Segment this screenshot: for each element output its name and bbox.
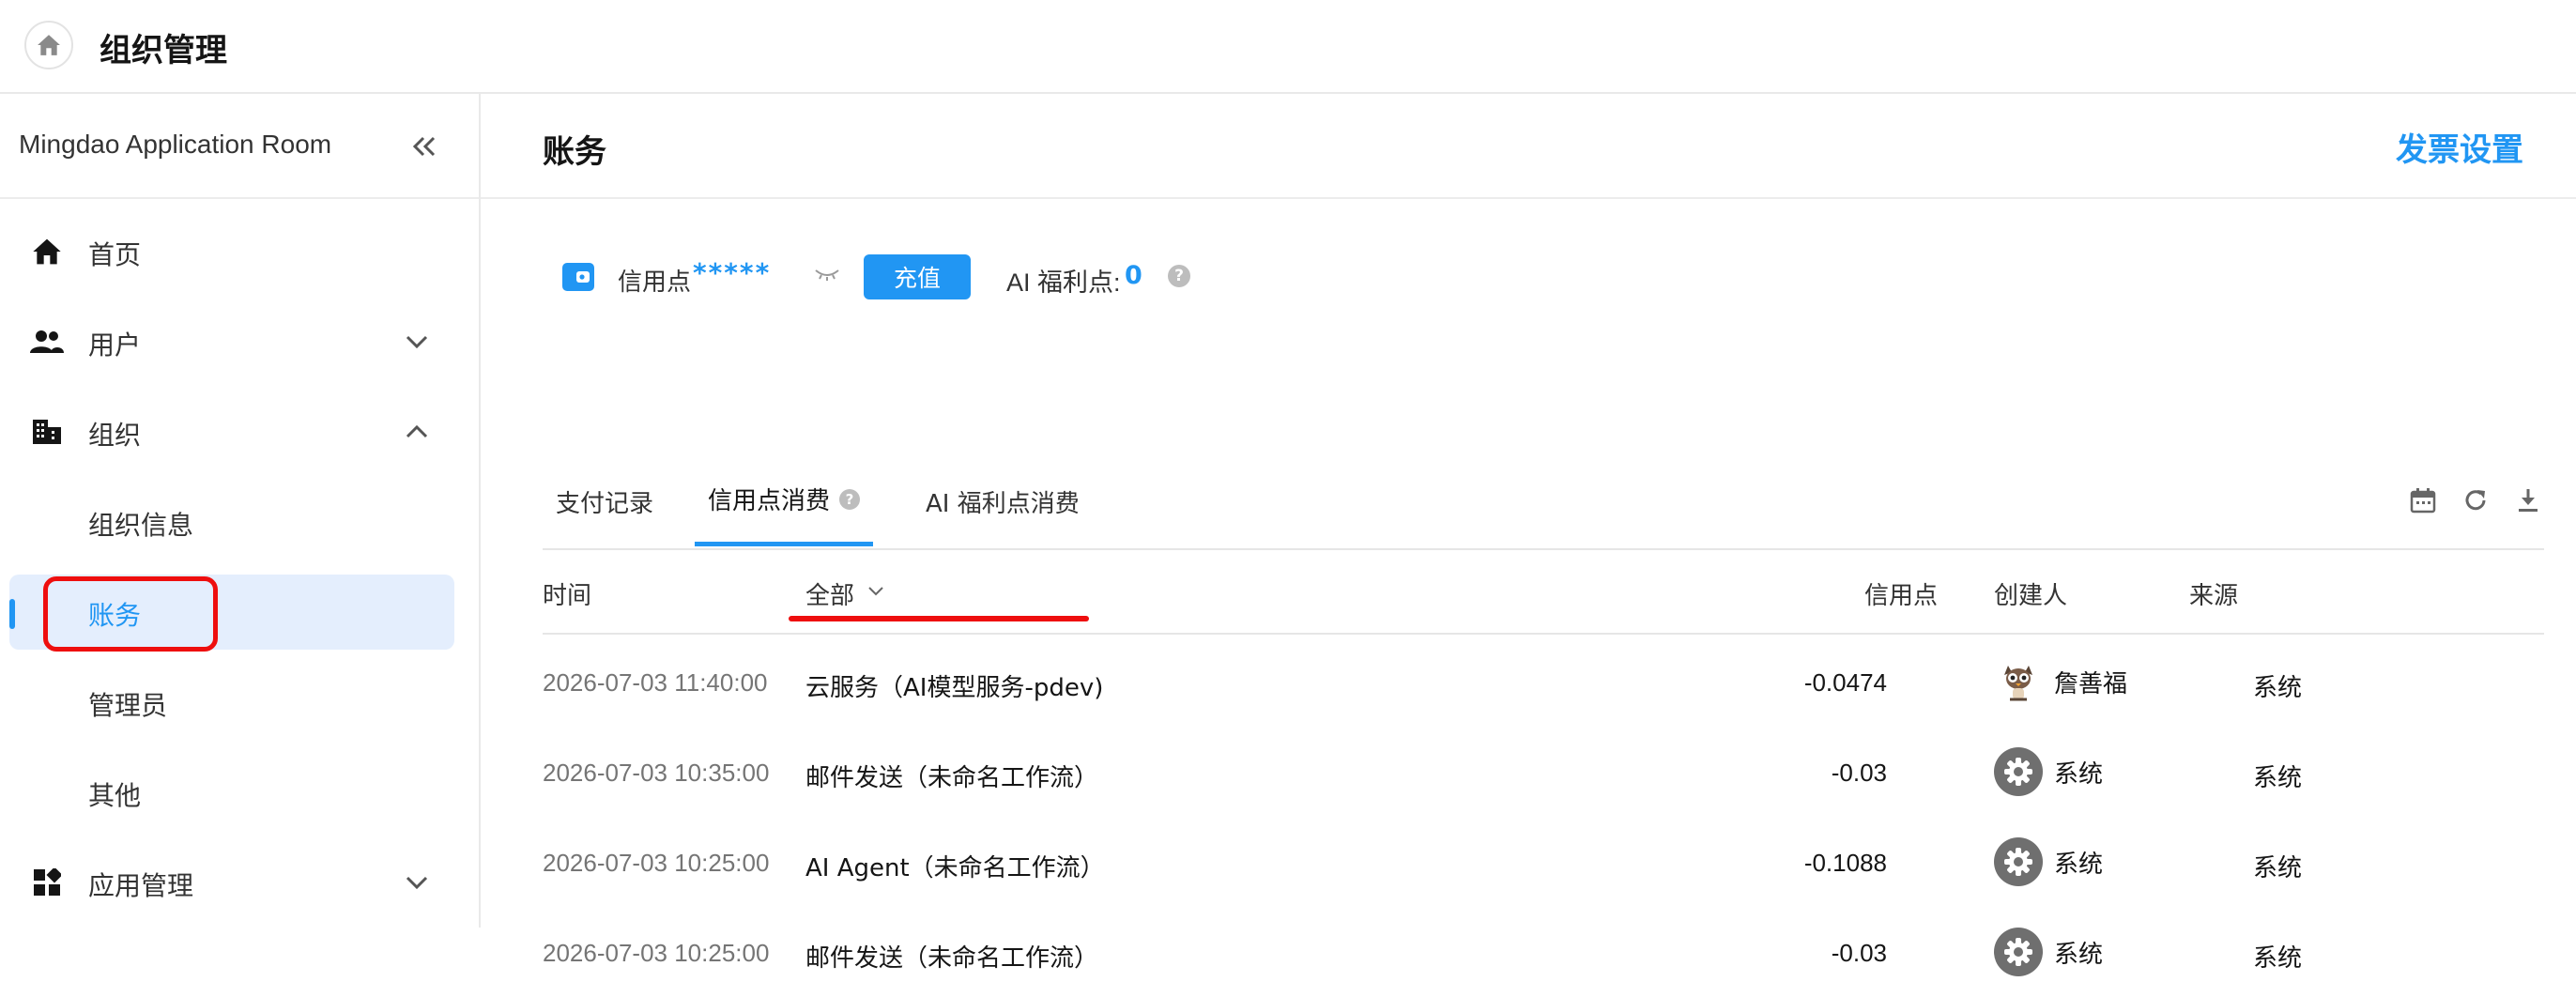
sidebar-item-org-info[interactable]: 组织信息 — [9, 484, 454, 560]
avatar — [1994, 657, 2043, 706]
row-description: 邮件发送（未命名工作流） — [805, 764, 1099, 792]
gear-icon — [1994, 837, 2043, 886]
row-creator: 系统 — [1994, 837, 2103, 886]
chevron-down-icon[interactable] — [400, 325, 434, 359]
row-credit: -0.0474 — [1803, 668, 1887, 697]
sidebar-divider — [0, 197, 479, 199]
download-icon[interactable] — [2512, 484, 2544, 516]
table-row[interactable]: 2026-07-03 10:25:00 AI Agent（未命名工作流） -0.… — [543, 817, 2544, 907]
row-description: 云服务（AI模型服务-pdev) — [805, 674, 1104, 702]
credit-label: 信用点 — [618, 268, 692, 297]
column-header-time: 时间 — [543, 582, 592, 610]
gear-icon — [1994, 928, 2043, 976]
row-description: 邮件发送（未命名工作流） — [805, 944, 1099, 973]
row-description: AI Agent（未命名工作流） — [805, 854, 1105, 882]
top-header: 组织管理 — [0, 0, 2576, 94]
annotation-highlight-box — [43, 576, 218, 652]
sidebar-item-admins[interactable]: 管理员 — [9, 665, 454, 740]
page-title: 账务 — [543, 133, 606, 171]
sidebar-item-label: 应用管理 — [88, 870, 194, 901]
creator-name: 系统 — [2054, 850, 2104, 879]
sidebar-item-other[interactable]: 其他 — [9, 755, 454, 830]
chevron-down-icon — [868, 586, 883, 595]
creator-name: 系统 — [2054, 940, 2104, 969]
row-source: 系统 — [2253, 944, 2303, 973]
table-row[interactable]: 2026-07-03 10:25:00 邮件发送（未命名工作流） -0.03 系… — [543, 907, 2544, 997]
app-title: 组织管理 — [100, 32, 227, 69]
invoice-settings-link[interactable]: 发票设置 — [2396, 124, 2523, 170]
home-icon — [38, 35, 60, 55]
filter-label: 全部 — [805, 582, 855, 610]
row-time: 2026-07-03 10:25:00 — [543, 849, 770, 877]
sidebar-item-label: 组织信息 — [88, 510, 194, 541]
calendar-icon[interactable] — [2407, 484, 2439, 516]
credit-summary: 信用点 ***** 充值 AI 福利点: 0 ? — [561, 248, 1500, 304]
main-content: 账务 发票设置 信用点 ***** 充值 AI 福利点: 0 ? 支付记录 信用… — [481, 94, 2576, 976]
tab-payment-records[interactable]: 支付记录 — [543, 456, 667, 546]
creator-name: 詹善福 — [2054, 669, 2128, 698]
sidebar-item-users[interactable]: 用户 — [9, 304, 454, 379]
chevron-up-icon[interactable] — [400, 415, 434, 449]
type-filter-dropdown[interactable]: 全部 — [805, 576, 884, 611]
ai-points-value: 0 — [1125, 261, 1142, 290]
ai-points-label: AI 福利点: — [1006, 268, 1121, 297]
row-creator: 系统 — [1994, 747, 2103, 796]
help-icon[interactable]: ? — [839, 488, 861, 510]
row-credit: -0.1088 — [1803, 849, 1887, 877]
row-creator: 系统 — [1994, 928, 2103, 976]
tab-bar: 支付记录 信用点消费 ? AI 福利点消费 — [543, 456, 2544, 550]
row-credit: -0.03 — [1831, 939, 1887, 967]
building-icon — [30, 415, 64, 449]
table-row[interactable]: 2026-07-03 11:40:00 云服务（AI模型服务-pdev) -0.… — [543, 637, 2544, 727]
double-chevron-left-icon — [412, 136, 436, 157]
home-icon — [30, 235, 64, 268]
tab-label: 信用点消费 — [708, 487, 831, 515]
tab-label: 支付记录 — [556, 489, 654, 518]
sidebar-item-label: 管理员 — [88, 690, 168, 721]
row-source: 系统 — [2253, 854, 2303, 882]
sidebar-item-label: 首页 — [88, 239, 142, 270]
credit-value: ***** — [693, 257, 772, 288]
sidebar: Mingdao Application Room 首页 用户 组织 组织信息 账… — [0, 94, 481, 928]
column-header-source: 来源 — [2189, 582, 2239, 610]
sidebar-item-label: 其他 — [88, 780, 142, 811]
active-indicator — [9, 599, 15, 629]
row-source: 系统 — [2253, 674, 2303, 702]
gear-icon — [1994, 747, 2043, 796]
table-row[interactable]: 2026-07-03 10:35:00 邮件发送（未命名工作流） -0.03 系… — [543, 727, 2544, 817]
row-source: 系统 — [2253, 764, 2303, 792]
collapse-sidebar-button[interactable] — [404, 128, 445, 165]
chevron-down-icon[interactable] — [400, 866, 434, 899]
annotation-underline — [789, 616, 1089, 621]
refresh-icon[interactable] — [2460, 484, 2492, 516]
sidebar-item-home[interactable]: 首页 — [9, 214, 454, 289]
column-header-credit: 信用点 — [1864, 582, 1939, 610]
sidebar-item-app-management[interactable]: 应用管理 — [9, 845, 454, 920]
title-divider — [481, 197, 2576, 199]
help-icon[interactable]: ? — [1168, 265, 1190, 287]
row-time: 2026-07-03 10:25:00 — [543, 939, 770, 967]
row-creator: 詹善福 — [1994, 657, 2127, 706]
home-button[interactable] — [24, 21, 73, 69]
row-time: 2026-07-03 11:40:00 — [543, 668, 768, 697]
apps-icon — [30, 866, 64, 899]
row-credit: -0.03 — [1831, 759, 1887, 787]
tab-ai-points-consumption[interactable]: AI 福利点消费 — [912, 456, 1093, 546]
column-header-creator: 创建人 — [1994, 582, 2068, 610]
sidebar-item-label: 组织 — [88, 420, 142, 451]
tab-credit-consumption[interactable]: 信用点消费 ? — [695, 456, 874, 546]
recharge-button[interactable]: 充值 — [864, 254, 971, 299]
eye-hidden-icon[interactable] — [813, 263, 841, 285]
row-time: 2026-07-03 10:35:00 — [543, 759, 770, 787]
org-name: Mingdao Application Room — [19, 130, 332, 159]
sidebar-item-organization[interactable]: 组织 — [9, 394, 454, 469]
tab-label: AI 福利点消费 — [926, 489, 1080, 518]
wallet-icon — [562, 263, 594, 291]
sidebar-item-label: 用户 — [88, 330, 142, 360]
creator-name: 系统 — [2054, 759, 2104, 789]
table-header: 时间 全部 信用点 创建人 来源 — [543, 548, 2544, 635]
users-icon — [30, 325, 64, 359]
